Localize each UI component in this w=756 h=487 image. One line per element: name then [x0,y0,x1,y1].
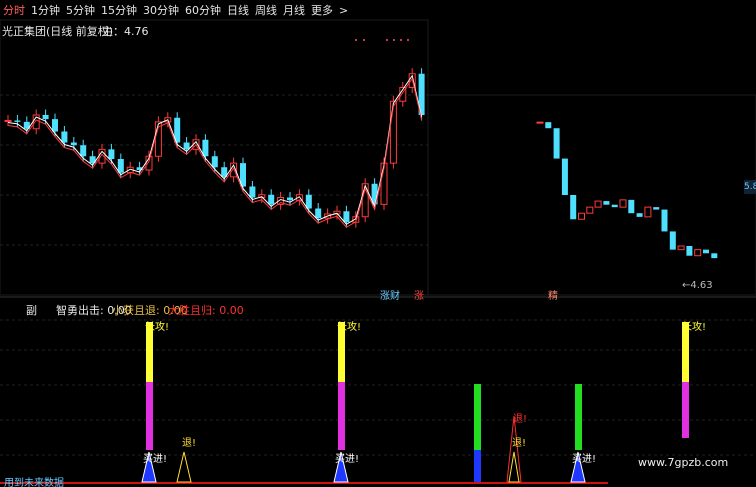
bar-green-1 [474,384,481,450]
candle-body [211,156,218,168]
candle-body [268,194,275,205]
candle-body [315,208,322,219]
signal-retreat-1: 退! [182,438,197,449]
chart-tag-3: 精 [548,291,558,302]
signal-buy-2: 买进! [335,454,360,465]
candle-body [52,119,58,132]
candle-body [108,149,115,159]
candle-body [249,186,256,198]
candle-body-right [661,209,668,232]
candle-body [70,142,77,146]
candle-body-right [669,231,676,250]
bar-magenta-1 [146,382,153,450]
candle-body [287,197,293,201]
candle-body [183,142,190,150]
candle-body-right [636,213,643,217]
signal-attack-2: 长攻! [337,322,362,333]
signal-retreat-red: 退! [513,414,528,425]
candle-body-right [553,128,560,159]
signal-attack-3: 长攻! [682,322,707,333]
chart-tag-1: 涨财 [380,291,400,302]
bar-blue-1 [474,450,481,482]
candle-body-right [570,195,577,220]
candle-body-right [644,206,652,218]
right-edge-price: 5.8 [744,180,756,194]
candle-body [117,159,124,173]
candle-body [305,194,312,209]
candle-body-right [694,249,702,257]
candle-body-right [594,200,602,208]
low-price-label: ←4.63 [682,280,713,291]
candles-group [4,68,718,259]
candle-body-right [611,204,618,208]
candle-body-right [578,212,585,220]
bar-magenta-3 [682,382,689,438]
candle-body-right [677,245,685,251]
watermark-text: www.7gpzb.com [638,456,729,469]
signal-dots [355,39,409,41]
candle-body-right [628,199,635,214]
candle-body [4,120,12,122]
candle-body-right [711,253,718,259]
triangle-retreat-2 [508,451,520,483]
triangle-big-1 [506,415,522,483]
signal-triangles [141,415,586,483]
triangle-retreat-1 [176,451,192,483]
candle-body-right [653,207,660,210]
candle-body-right [703,249,709,254]
stock-chart-window: { "toolbar": { "items": ["分时","1分钟","5分钟… [0,0,756,487]
moving-average-line [7,74,423,225]
chart-canvas [0,19,756,484]
candle-body [14,120,21,122]
candle-body [80,145,87,157]
candle-body-right [686,246,693,256]
candle-body [42,115,49,120]
candle-body-right [603,201,610,205]
candle-body-right [619,199,627,208]
indicator-dasheng: 大胜且归: 0.00 [168,304,244,317]
sub-panel-label: 副 [26,304,37,317]
candle-body-right [586,206,594,214]
candle-body-right [545,122,552,129]
signal-bars [146,322,689,482]
right-panel-border [427,94,756,296]
candle-body-right [536,121,544,124]
future-data-note: 用到未来数据 [4,478,64,487]
bar-magenta-2 [338,382,345,450]
signal-retreat-2: 退! [512,438,527,449]
candle-body-right [561,158,568,195]
signal-buy-3: 买进! [572,454,597,465]
bar-green-2 [575,384,582,450]
candle-body [343,211,350,223]
candle-body [389,100,397,164]
candle-body [61,131,68,143]
signal-attack-1: 长攻! [145,322,170,333]
signal-buy-1: 买进! [143,454,168,465]
chart-tag-2: 涨 [414,291,424,302]
